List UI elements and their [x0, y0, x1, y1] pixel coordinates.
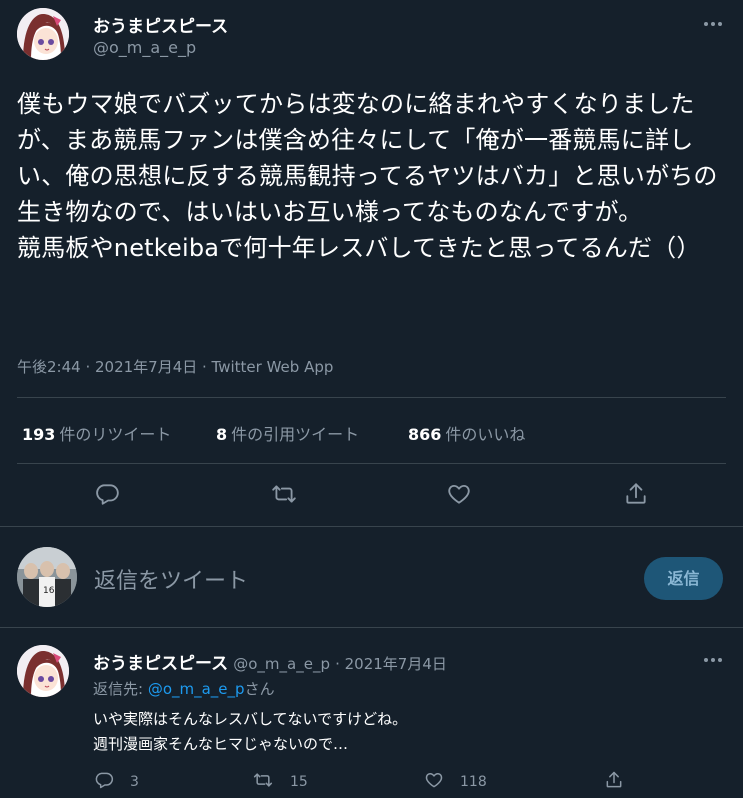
likes-label: 件のいいね — [445, 425, 526, 444]
svg-text:16: 16 — [43, 586, 55, 596]
heart-icon[interactable] — [424, 770, 444, 790]
reply-author-handle[interactable]: @o_m_a_e_p — [233, 655, 330, 673]
author-avatar[interactable] — [17, 8, 69, 60]
reply-count: 3 — [130, 774, 139, 790]
likes-stat[interactable]: 866 件のいいね — [408, 421, 525, 445]
reply-author-name[interactable]: おうまピスピース — [93, 654, 228, 674]
reply-icon[interactable] — [94, 770, 114, 790]
like-count: 118 — [460, 774, 487, 790]
retweets-count: 193 — [22, 425, 56, 444]
reply-author-avatar[interactable] — [17, 645, 69, 697]
tweet-text: 僕もウマ娘でバズッてからは変なのに絡まれやすくなりましたが、まあ競馬ファンは僕含… — [17, 90, 718, 262]
divider — [0, 627, 743, 628]
author-handle[interactable]: @o_m_a_e_p — [93, 38, 196, 57]
replying-handle-link[interactable]: @o_m_a_e_p — [148, 680, 245, 698]
retweets-label: 件のリツイート — [59, 425, 172, 444]
likes-count: 866 — [408, 425, 442, 444]
more-icon[interactable] — [704, 20, 724, 28]
retweet-count: 15 — [290, 774, 308, 790]
quotes-stat[interactable]: 8 件の引用ツイート — [216, 421, 359, 445]
retweet-icon[interactable] — [253, 770, 273, 790]
quotes-label: 件の引用ツイート — [231, 425, 360, 444]
reply-header: おうまピスピース @o_m_a_e_p · 2021年7月4日 — [93, 649, 447, 674]
replying-suffix: さん — [244, 680, 275, 698]
divider — [17, 463, 726, 464]
replying-to: 返信先: @o_m_a_e_pさん — [93, 678, 275, 699]
reply-input[interactable]: 返信をツイート — [94, 563, 248, 595]
retweet-icon[interactable] — [271, 481, 297, 507]
tweet-timestamp[interactable]: 午後2:44 · 2021年7月4日 · Twitter Web App — [17, 356, 333, 377]
share-icon[interactable] — [623, 481, 649, 507]
divider — [17, 397, 726, 398]
divider — [0, 526, 743, 527]
reply-button[interactable]: 返信 — [644, 557, 723, 600]
heart-icon[interactable] — [446, 481, 472, 507]
more-icon[interactable] — [704, 656, 724, 664]
reply-text-line: いや実際はそんなレスバしてないですけどね。 — [93, 710, 408, 728]
share-icon[interactable] — [604, 770, 624, 790]
reply-text-line: 週刊漫画家そんなヒマじゃないので… — [93, 735, 349, 753]
user-avatar[interactable]: 16 — [17, 547, 77, 607]
retweets-stat[interactable]: 193 件のリツイート — [22, 421, 171, 445]
author-name[interactable]: おうまピスピース — [93, 12, 228, 37]
quotes-count: 8 — [216, 425, 228, 444]
reply-icon[interactable] — [94, 481, 120, 507]
reply-date[interactable]: · 2021年7月4日 — [335, 655, 447, 673]
replying-prefix: 返信先: — [93, 680, 148, 698]
